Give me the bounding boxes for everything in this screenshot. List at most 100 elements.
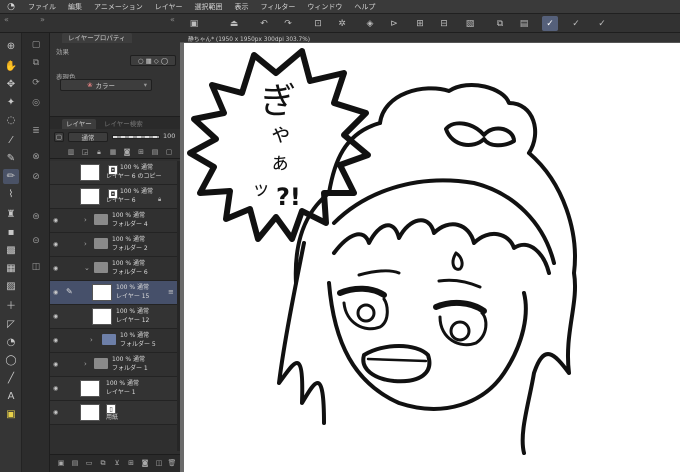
eye-icon[interactable]: ◉ <box>53 409 61 416</box>
mask-create-icon[interactable]: ◙ <box>140 458 150 468</box>
gradient-tool-icon[interactable]: ▦ <box>3 261 19 276</box>
move-tool-icon[interactable]: ✥ <box>3 77 19 92</box>
new-vector-layer-icon[interactable]: ▤ <box>70 458 80 468</box>
opacity-slider[interactable] <box>112 135 160 139</box>
more-icon[interactable]: ▢ <box>164 147 174 157</box>
layer-row-folder6[interactable]: ◉ ⌄ 100 % 通常 フォルダー 6 <box>50 257 180 281</box>
eye-icon[interactable]: ◉ <box>53 337 61 344</box>
subtool-1-icon[interactable]: ▢ <box>28 37 44 52</box>
app-logo-icon[interactable]: ◔ <box>0 0 22 14</box>
merge-layer-icon[interactable]: ⊻ <box>112 458 122 468</box>
lock-icon[interactable]: 🔒︎ <box>94 147 104 157</box>
subtool-8-icon[interactable]: ⊜ <box>28 209 44 224</box>
collapse-left-icon[interactable]: « <box>4 15 9 24</box>
subtool-10-icon[interactable]: ◫ <box>28 259 44 274</box>
menu-help[interactable]: ヘルプ <box>348 0 381 14</box>
brush-tool-icon[interactable]: ⌇ <box>3 187 19 202</box>
clip-icon[interactable]: ▥ <box>66 147 76 157</box>
settings-gear-icon[interactable]: ✲ <box>334 16 350 31</box>
speech-bubble-tool-icon[interactable]: ◯ <box>3 353 19 368</box>
expand-arrow-icon[interactable]: › <box>84 240 87 248</box>
lasso-tool-icon[interactable]: ◌ <box>3 113 19 128</box>
pen-tool-icon[interactable]: ✎ <box>3 151 19 166</box>
hand-tool-icon[interactable]: ✋ <box>3 59 19 74</box>
flip-icon[interactable]: ⊳ <box>386 16 402 31</box>
layer-row-paper[interactable]: ◉ ▯ 用紙 <box>50 401 180 425</box>
menu-edit[interactable]: 編集 <box>62 0 88 14</box>
transform-icon[interactable]: ⊡ <box>310 16 326 31</box>
layer-row-folder1[interactable]: ◉ › 100 % 通常 フォルダー 1 <box>50 353 180 377</box>
blend-mode-select[interactable]: 通常 <box>68 132 108 142</box>
layer-color-icon[interactable]: ▤ <box>150 147 160 157</box>
hide-selection-icon[interactable]: ▧ <box>462 16 478 31</box>
apply-mask-icon[interactable]: ◫ <box>154 458 164 468</box>
layer-panel-menu-icon[interactable]: ▢ <box>54 132 64 142</box>
balloon-tool-icon[interactable]: ◔ <box>3 335 19 350</box>
menu-view[interactable]: 表示 <box>229 0 255 14</box>
layer-row-layer12[interactable]: ◉ 100 % 通常 レイヤー 12 <box>50 305 180 329</box>
pattern-tool-icon[interactable]: ▨ <box>3 279 19 294</box>
subtool-5-icon[interactable]: ≣ <box>28 123 44 138</box>
layer-row-layer1[interactable]: ◉ 100 % 通常 レイヤー 1 <box>50 377 180 401</box>
zoom-tool-icon[interactable]: ⊕ <box>3 39 19 54</box>
layer-property-tab[interactable]: レイヤープロパティ <box>62 33 132 43</box>
pencil-tool-icon[interactable]: ✏ <box>3 169 19 184</box>
menu-window[interactable]: ウィンドウ <box>301 0 348 14</box>
menu-layer[interactable]: レイヤー <box>149 0 189 14</box>
display-color-select[interactable]: ❀ カラー ▾ <box>60 79 152 91</box>
new-canvas-icon[interactable]: ▣ <box>186 16 202 31</box>
text-tool-icon[interactable]: A <box>3 389 19 404</box>
expand-arrow-icon[interactable]: › <box>84 216 87 224</box>
undo-icon[interactable]: ↶ <box>256 16 272 31</box>
redo-icon[interactable]: ↷ <box>280 16 296 31</box>
layer-row-folder5[interactable]: ◉ › 10 % 通常 フォルダー 5 <box>50 329 180 353</box>
menu-selection[interactable]: 選択範囲 <box>189 0 229 14</box>
collapse-panel-icon[interactable]: » <box>40 15 45 24</box>
eye-icon[interactable]: ◉ <box>53 289 61 296</box>
subtool-2-icon[interactable]: ⧉ <box>28 55 44 70</box>
eye-icon[interactable]: ◉ <box>53 217 61 224</box>
collapse-arrow-icon[interactable]: ⌄ <box>84 264 90 272</box>
layer-row-layer15[interactable]: ◉ ✎ 100 % 通常 レイヤー 15 ≡ <box>50 281 180 305</box>
menu-animation[interactable]: アニメーション <box>88 0 149 14</box>
new-raster-layer-icon[interactable]: ▣ <box>56 458 66 468</box>
eye-icon[interactable]: ◉ <box>53 385 61 392</box>
layer-row-layer6[interactable]: ◘ 100 % 通常 レイヤー 6 🔒︎ <box>50 185 180 209</box>
eye-icon[interactable]: ◉ <box>53 313 61 320</box>
effect-buttons[interactable]: ○ ▦ ◇ ◯ <box>130 55 176 66</box>
subtool-4-icon[interactable]: ◎ <box>28 95 44 110</box>
eraser-tool-icon[interactable]: ▪ <box>3 225 19 240</box>
combine-icon[interactable]: ⊞ <box>126 458 136 468</box>
line-tool-icon[interactable]: ╱ <box>3 371 19 386</box>
subtool-6-icon[interactable]: ⊗ <box>28 149 44 164</box>
eye-icon[interactable]: ◉ <box>53 361 61 368</box>
layer-row-folder4[interactable]: ◉ › 100 % 通常 フォルダー 4 <box>50 209 180 233</box>
fill-icon[interactable]: ◈ <box>362 16 378 31</box>
subtool-7-icon[interactable]: ⊘ <box>28 169 44 184</box>
mask-icon[interactable]: ◙ <box>122 147 132 157</box>
pen-mode-icon[interactable]: ✓ <box>568 16 584 31</box>
pen-mode-alt-icon[interactable]: ✓ <box>594 16 610 31</box>
menu-filter[interactable]: フィルター <box>255 0 302 14</box>
lock-slot[interactable] <box>66 167 74 177</box>
clear-icon[interactable]: ⏏ <box>226 16 242 31</box>
collapse-right-icon[interactable]: « <box>170 15 175 24</box>
layer-drag-handle-icon[interactable]: ≡ <box>168 288 174 296</box>
frame-tool-icon[interactable]: ◸ <box>3 317 19 332</box>
fill-tool-icon[interactable]: ▩ <box>3 243 19 258</box>
tab-layer-search[interactable]: レイヤー検索 <box>100 119 147 129</box>
sticky-tool-icon[interactable]: ▣ <box>3 407 19 422</box>
pen-stabilizer-icon[interactable]: ✓ <box>542 16 558 31</box>
copy-layer-icon[interactable]: ⧉ <box>98 458 108 468</box>
tab-layer[interactable]: レイヤー <box>62 119 96 129</box>
ruler-icon[interactable]: ⊟ <box>436 16 452 31</box>
new-folder-icon[interactable]: ▭ <box>84 458 94 468</box>
lock-transparency-icon[interactable]: ▦ <box>108 147 118 157</box>
layer-row-folder2[interactable]: ◉ › 100 % 通常 フォルダー 2 <box>50 233 180 257</box>
menu-file[interactable]: ファイル <box>22 0 62 14</box>
drawing-canvas[interactable]: ぎ ゃ ぁ ッ ?! <box>184 43 680 472</box>
copy-icon[interactable]: ⧉ <box>492 16 508 31</box>
subtool-9-icon[interactable]: ⊝ <box>28 233 44 248</box>
layer-row-copy6[interactable]: ◘ 100 % 通常 レイヤー 6 のコピー <box>50 161 180 185</box>
expand-arrow-icon[interactable]: › <box>90 336 93 344</box>
